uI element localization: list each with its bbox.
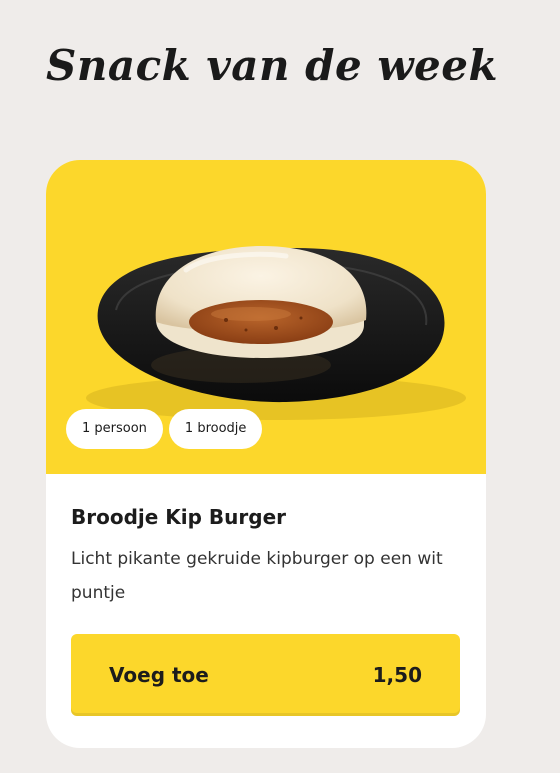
product-price: 1,50: [372, 663, 422, 687]
product-card[interactable]: 1 persoon 1 broodje Broodje Kip Burger L…: [46, 160, 486, 748]
product-description: Licht pikante gekruide kipburger op een …: [71, 549, 443, 603]
tag-persons: 1 persoon: [66, 409, 163, 449]
tag-bread-count: 1 broodje: [168, 409, 263, 449]
product-tags: 1 persoon 1 broodje: [66, 409, 263, 449]
product-image: 1 persoon 1 broodje: [46, 160, 486, 474]
add-to-cart-button[interactable]: Voeg toe 1,50: [71, 634, 460, 716]
product-name: Broodje Kip Burger: [71, 505, 287, 529]
add-button-label: Voeg toe: [109, 663, 209, 687]
page-title: Snack van de week: [46, 41, 499, 90]
